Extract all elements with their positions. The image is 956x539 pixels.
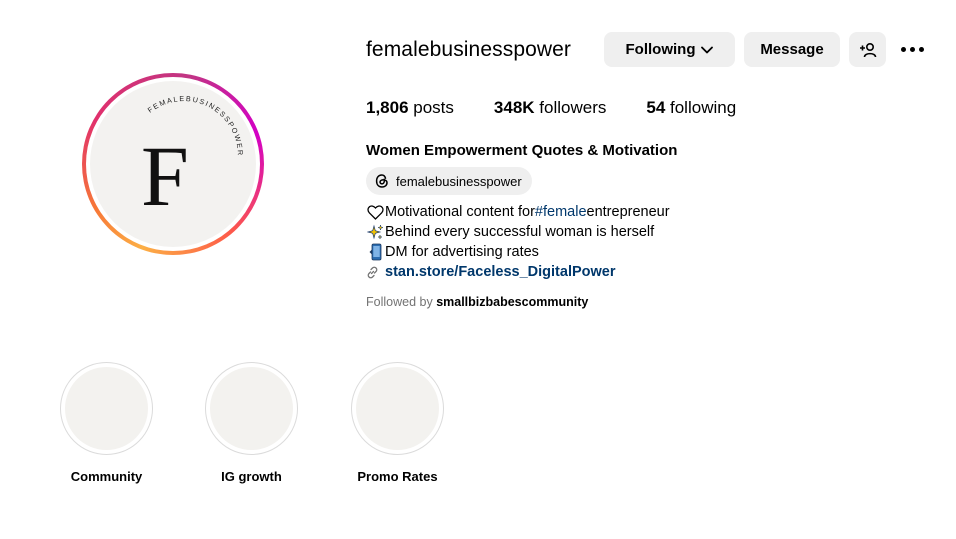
threads-badge[interactable]: femalebusinesspower xyxy=(366,167,532,195)
highlight-ig-growth[interactable]: IG growth xyxy=(204,362,299,484)
bio-line: Motivational content for #female entrepr… xyxy=(366,202,670,222)
message-label: Message xyxy=(760,41,824,58)
threads-handle: femalebusinesspower xyxy=(396,173,522,189)
posts-stat: 1,806 posts xyxy=(366,98,454,118)
posts-label: posts xyxy=(408,98,454,117)
bio-link-text: stan.store/Faceless_DigitalPower xyxy=(385,264,616,280)
bio-title: Women Empowerment Quotes & Motivation xyxy=(366,142,678,159)
bio-text: Motivational content for #female entrepr… xyxy=(366,202,670,282)
bio-line-text: Behind every successful woman is herself xyxy=(385,224,655,240)
followers-stat[interactable]: 348K followers xyxy=(494,98,606,118)
highlight-label: IG growth xyxy=(221,469,282,484)
highlight-cover xyxy=(60,362,153,455)
avatar-frame: F FEMALEBUSINESSPOWER xyxy=(86,77,260,251)
followers-label: followers xyxy=(534,98,607,117)
suggest-users-button[interactable] xyxy=(849,32,886,67)
bio-line: Behind every successful woman is herself xyxy=(366,222,670,242)
heart-icon xyxy=(366,203,385,221)
bio-line: DM for advertising rates xyxy=(366,242,670,262)
highlight-community[interactable]: Community xyxy=(59,362,154,484)
chevron-down-icon xyxy=(701,46,714,53)
followed-by-prefix: Followed by xyxy=(366,295,437,309)
following-count: 54 xyxy=(646,98,666,117)
bio-line-suffix: entrepreneur xyxy=(586,204,670,220)
dot xyxy=(900,46,906,52)
profile-stats: 1,806 posts 348K followers 54 following xyxy=(366,98,776,118)
sparkles-icon xyxy=(366,223,385,241)
bio-line-text: DM for advertising rates xyxy=(385,244,539,260)
bio-line-prefix: Motivational content for xyxy=(385,204,535,220)
posts-count: 1,806 xyxy=(366,98,409,117)
highlight-label: Promo Rates xyxy=(357,469,438,484)
highlight-cover xyxy=(351,362,444,455)
message-button[interactable]: Message xyxy=(744,32,840,67)
hashtag-link[interactable]: #female xyxy=(535,202,587,222)
link-icon xyxy=(367,266,378,278)
following-button[interactable]: Following xyxy=(604,32,735,67)
profile-username: femalebusinesspower xyxy=(366,38,572,61)
highlight-promo-rates[interactable]: Promo Rates xyxy=(350,362,445,484)
avatar[interactable]: F FEMALEBUSINESSPOWER xyxy=(90,81,256,247)
add-user-icon xyxy=(859,42,876,57)
following-stat-label: following xyxy=(665,98,737,117)
followed-by[interactable]: Followed by smallbizbabescommunity xyxy=(366,295,588,309)
profile-avatar-ring[interactable]: F FEMALEBUSINESSPOWER xyxy=(82,73,264,255)
dot xyxy=(918,46,924,52)
avatar-logo: F FEMALEBUSINESSPOWER xyxy=(141,94,243,224)
more-options-icon[interactable] xyxy=(897,38,927,60)
highlight-cover xyxy=(205,362,298,455)
followers-count: 348K xyxy=(493,98,535,117)
following-label: Following xyxy=(625,41,696,58)
following-stat[interactable]: 54 following xyxy=(646,98,736,118)
avatar-letter: F xyxy=(141,128,189,224)
followed-by-user: smallbizbabescommunity xyxy=(436,295,589,309)
mobile-phone-icon xyxy=(366,243,385,261)
bio-link[interactable]: stan.store/Faceless_DigitalPower xyxy=(366,262,670,282)
highlight-label: Community xyxy=(70,469,143,484)
dot xyxy=(909,46,915,52)
threads-icon xyxy=(375,174,388,188)
